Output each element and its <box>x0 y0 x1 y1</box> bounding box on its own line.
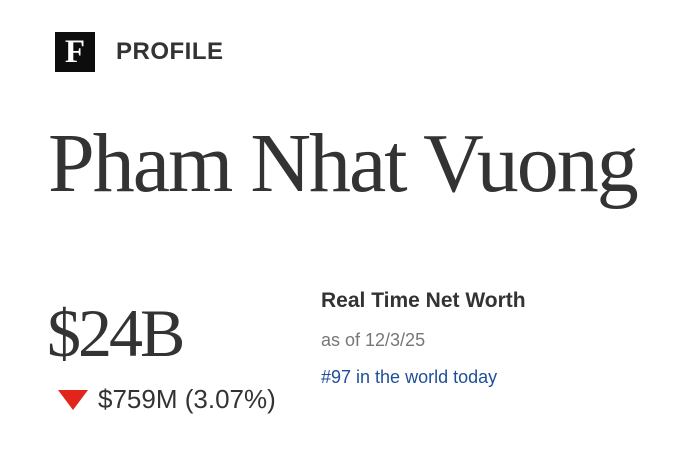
down-arrow-icon <box>58 389 88 410</box>
forbes-logo[interactable]: F <box>55 32 95 72</box>
world-rank-link[interactable]: #97 in the world today <box>321 367 497 388</box>
logo-letter: F <box>64 33 86 70</box>
section-label: PROFILE <box>116 38 224 65</box>
header: F PROFILE <box>55 31 224 73</box>
real-time-net-worth-title: Real Time Net Worth <box>321 289 526 312</box>
as-of-date: as of 12/3/25 <box>321 330 426 350</box>
change-amount: $759M (3.07%) <box>98 384 276 414</box>
net-worth-change: $759M (3.07%) <box>58 384 276 415</box>
net-worth-value: $24B <box>47 295 185 371</box>
profile-name: Pham Nhat Vuong <box>48 117 639 210</box>
